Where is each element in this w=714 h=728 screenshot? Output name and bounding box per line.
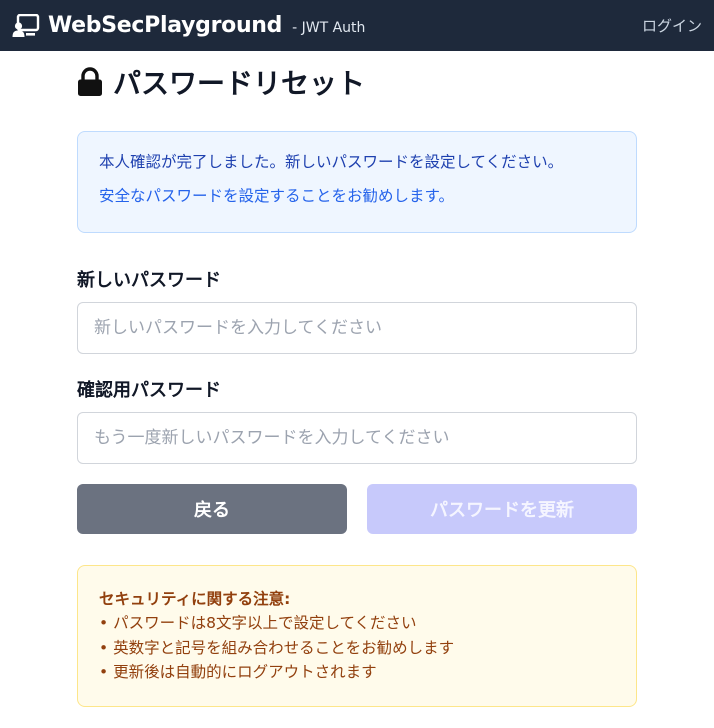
user-presentation-icon xyxy=(12,13,40,38)
main-content: パスワードリセット 本人確認が完了しました。新しいパスワードを設定してください。… xyxy=(77,51,637,707)
navbar: WebSecPlayground - JWT Auth ログイン xyxy=(0,0,714,51)
reset-password-form: 新しいパスワード 確認用パスワード 戻る パスワードを更新 xyxy=(77,266,637,534)
brand-subtitle: - JWT Auth xyxy=(292,19,366,36)
confirm-password-input[interactable] xyxy=(77,412,637,464)
info-message-primary: 本人確認が完了しました。新しいパスワードを設定してください。 xyxy=(99,153,564,171)
info-message-secondary: 安全なパスワードを設定することをお勧めします。 xyxy=(99,187,454,205)
update-password-button[interactable]: パスワードを更新 xyxy=(367,484,637,534)
list-item: 更新後は自動的にログアウトされます xyxy=(99,660,616,685)
page-header: パスワードリセット xyxy=(77,51,637,113)
lock-icon xyxy=(77,67,103,97)
brand-name: WebSecPlayground xyxy=(48,13,283,38)
back-button[interactable]: 戻る xyxy=(77,484,347,534)
list-item: 英数字と記号を組み合わせることをお勧めします xyxy=(99,636,616,661)
page-title: パスワードリセット xyxy=(113,67,366,100)
brand[interactable]: WebSecPlayground - JWT Auth xyxy=(12,13,365,38)
info-alert: 本人確認が完了しました。新しいパスワードを設定してください。 安全なパスワードを… xyxy=(77,131,637,233)
security-notes-title: セキュリティに関する注意: xyxy=(99,590,291,608)
form-actions: 戻る パスワードを更新 xyxy=(77,484,637,534)
new-password-label: 新しいパスワード xyxy=(77,270,221,291)
new-password-input[interactable] xyxy=(77,302,637,354)
list-item: パスワードは8文字以上で設定してください xyxy=(99,611,616,636)
security-notes-list: パスワードは8文字以上で設定してください 英数字と記号を組み合わせることをお勧め… xyxy=(99,611,616,685)
security-notes: セキュリティに関する注意: パスワードは8文字以上で設定してください 英数字と記… xyxy=(77,565,637,707)
confirm-password-label: 確認用パスワード xyxy=(77,380,221,401)
login-link[interactable]: ログイン xyxy=(642,15,702,36)
